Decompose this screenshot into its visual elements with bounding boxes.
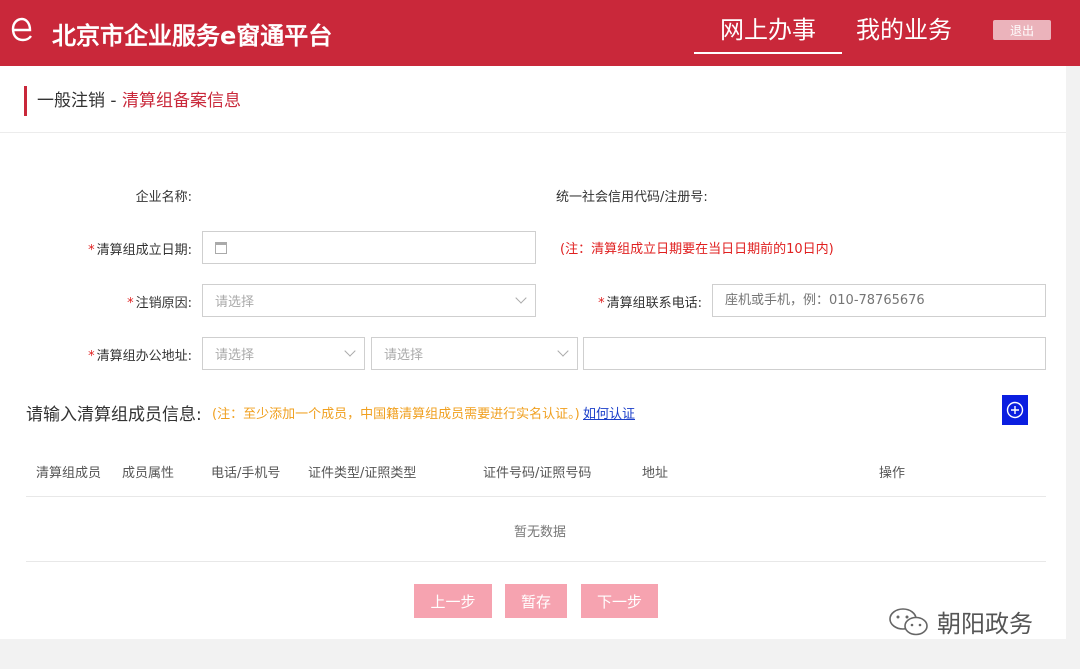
chevron-down-icon <box>515 292 527 304</box>
table-header-divider <box>26 496 1046 497</box>
nav-my-business[interactable]: 我的业务 <box>856 10 952 45</box>
established-date-input[interactable] <box>202 231 536 264</box>
required-mark: * <box>127 296 134 311</box>
breadcrumb-separator: - <box>105 91 122 111</box>
watermark: 朝阳政务 <box>887 604 1033 639</box>
required-mark: * <box>598 296 605 311</box>
established-date-label: * 清算组成立日期: <box>60 239 192 258</box>
how-to-verify-link[interactable]: 如何认证 <box>583 403 635 422</box>
required-mark: * <box>88 243 95 258</box>
header-divider <box>0 132 1066 133</box>
platform-logo-icon <box>8 12 36 46</box>
column-id-number: 证件号码/证照号码 <box>483 466 592 481</box>
column-address: 地址 <box>642 466 669 481</box>
cancel-reason-select[interactable]: 请选择 <box>202 284 536 317</box>
top-bar: 北京市企业服务e窗通平台 网上办事 我的业务 退出 <box>0 0 1080 66</box>
phone-label: * 清算组联系电话: <box>560 292 702 311</box>
add-member-button[interactable] <box>1002 395 1028 425</box>
nav-online-services[interactable]: 网上办事 <box>694 10 842 54</box>
platform-title: 北京市企业服务e窗通平台 <box>52 22 333 50</box>
column-actions: 操作 <box>879 466 906 481</box>
plus-circle-icon <box>1006 401 1024 419</box>
watermark-text: 朝阳政务 <box>937 610 1033 638</box>
address-province-select[interactable]: 请选择 <box>202 337 365 370</box>
required-mark: * <box>88 349 95 364</box>
chevron-down-icon <box>557 345 569 357</box>
established-date-note: (注：清算组成立日期要在当日日期前的10日内) <box>560 242 834 257</box>
breadcrumb-current: 清算组备案信息 <box>121 91 241 111</box>
column-phone: 电话/手机号 <box>211 466 281 481</box>
phone-label-text: 清算组联系电话: <box>606 296 702 311</box>
phone-input[interactable] <box>712 284 1046 317</box>
established-date-label-text: 清算组成立日期: <box>96 243 192 258</box>
prev-step-button[interactable]: 上一步 <box>414 584 492 618</box>
cancel-reason-placeholder: 请选择 <box>215 295 255 310</box>
chevron-down-icon <box>344 345 356 357</box>
breadcrumb: 一般注销 - 清算组备案信息 <box>24 86 241 116</box>
column-id-type: 证件类型/证照类型 <box>308 466 417 481</box>
cancel-reason-label-text: 注销原因: <box>135 296 192 311</box>
address-detail-input[interactable] <box>583 337 1046 370</box>
cancel-reason-label: * 注销原因: <box>90 292 192 311</box>
address-district-select[interactable]: 请选择 <box>371 337 578 370</box>
table-empty-text: 暂无数据 <box>513 525 566 540</box>
address-select2-placeholder: 请选择 <box>384 348 424 363</box>
calendar-icon <box>215 241 227 254</box>
wechat-icon <box>889 607 928 635</box>
office-address-label: * 清算组办公地址: <box>60 345 192 364</box>
company-name-label: 企业名称: <box>135 190 192 205</box>
breadcrumb-main: 一般注销 <box>37 91 105 111</box>
logout-button[interactable]: 退出 <box>993 20 1051 40</box>
next-step-button[interactable]: 下一步 <box>581 584 658 618</box>
column-member: 清算组成员 <box>36 466 102 481</box>
table-bottom-divider <box>26 561 1046 562</box>
address-select1-placeholder: 请选择 <box>215 348 255 363</box>
save-draft-button[interactable]: 暂存 <box>505 584 567 618</box>
members-section-title: 请输入清算组成员信息: <box>26 405 202 425</box>
office-address-label-text: 清算组办公地址: <box>96 349 192 364</box>
members-note: (注：至少添加一个成员，中国籍清算组成员需要进行实名认证。) <box>212 407 580 422</box>
credit-code-label: 统一社会信用代码/注册号: <box>556 190 708 205</box>
column-member-type: 成员属性 <box>122 466 175 481</box>
